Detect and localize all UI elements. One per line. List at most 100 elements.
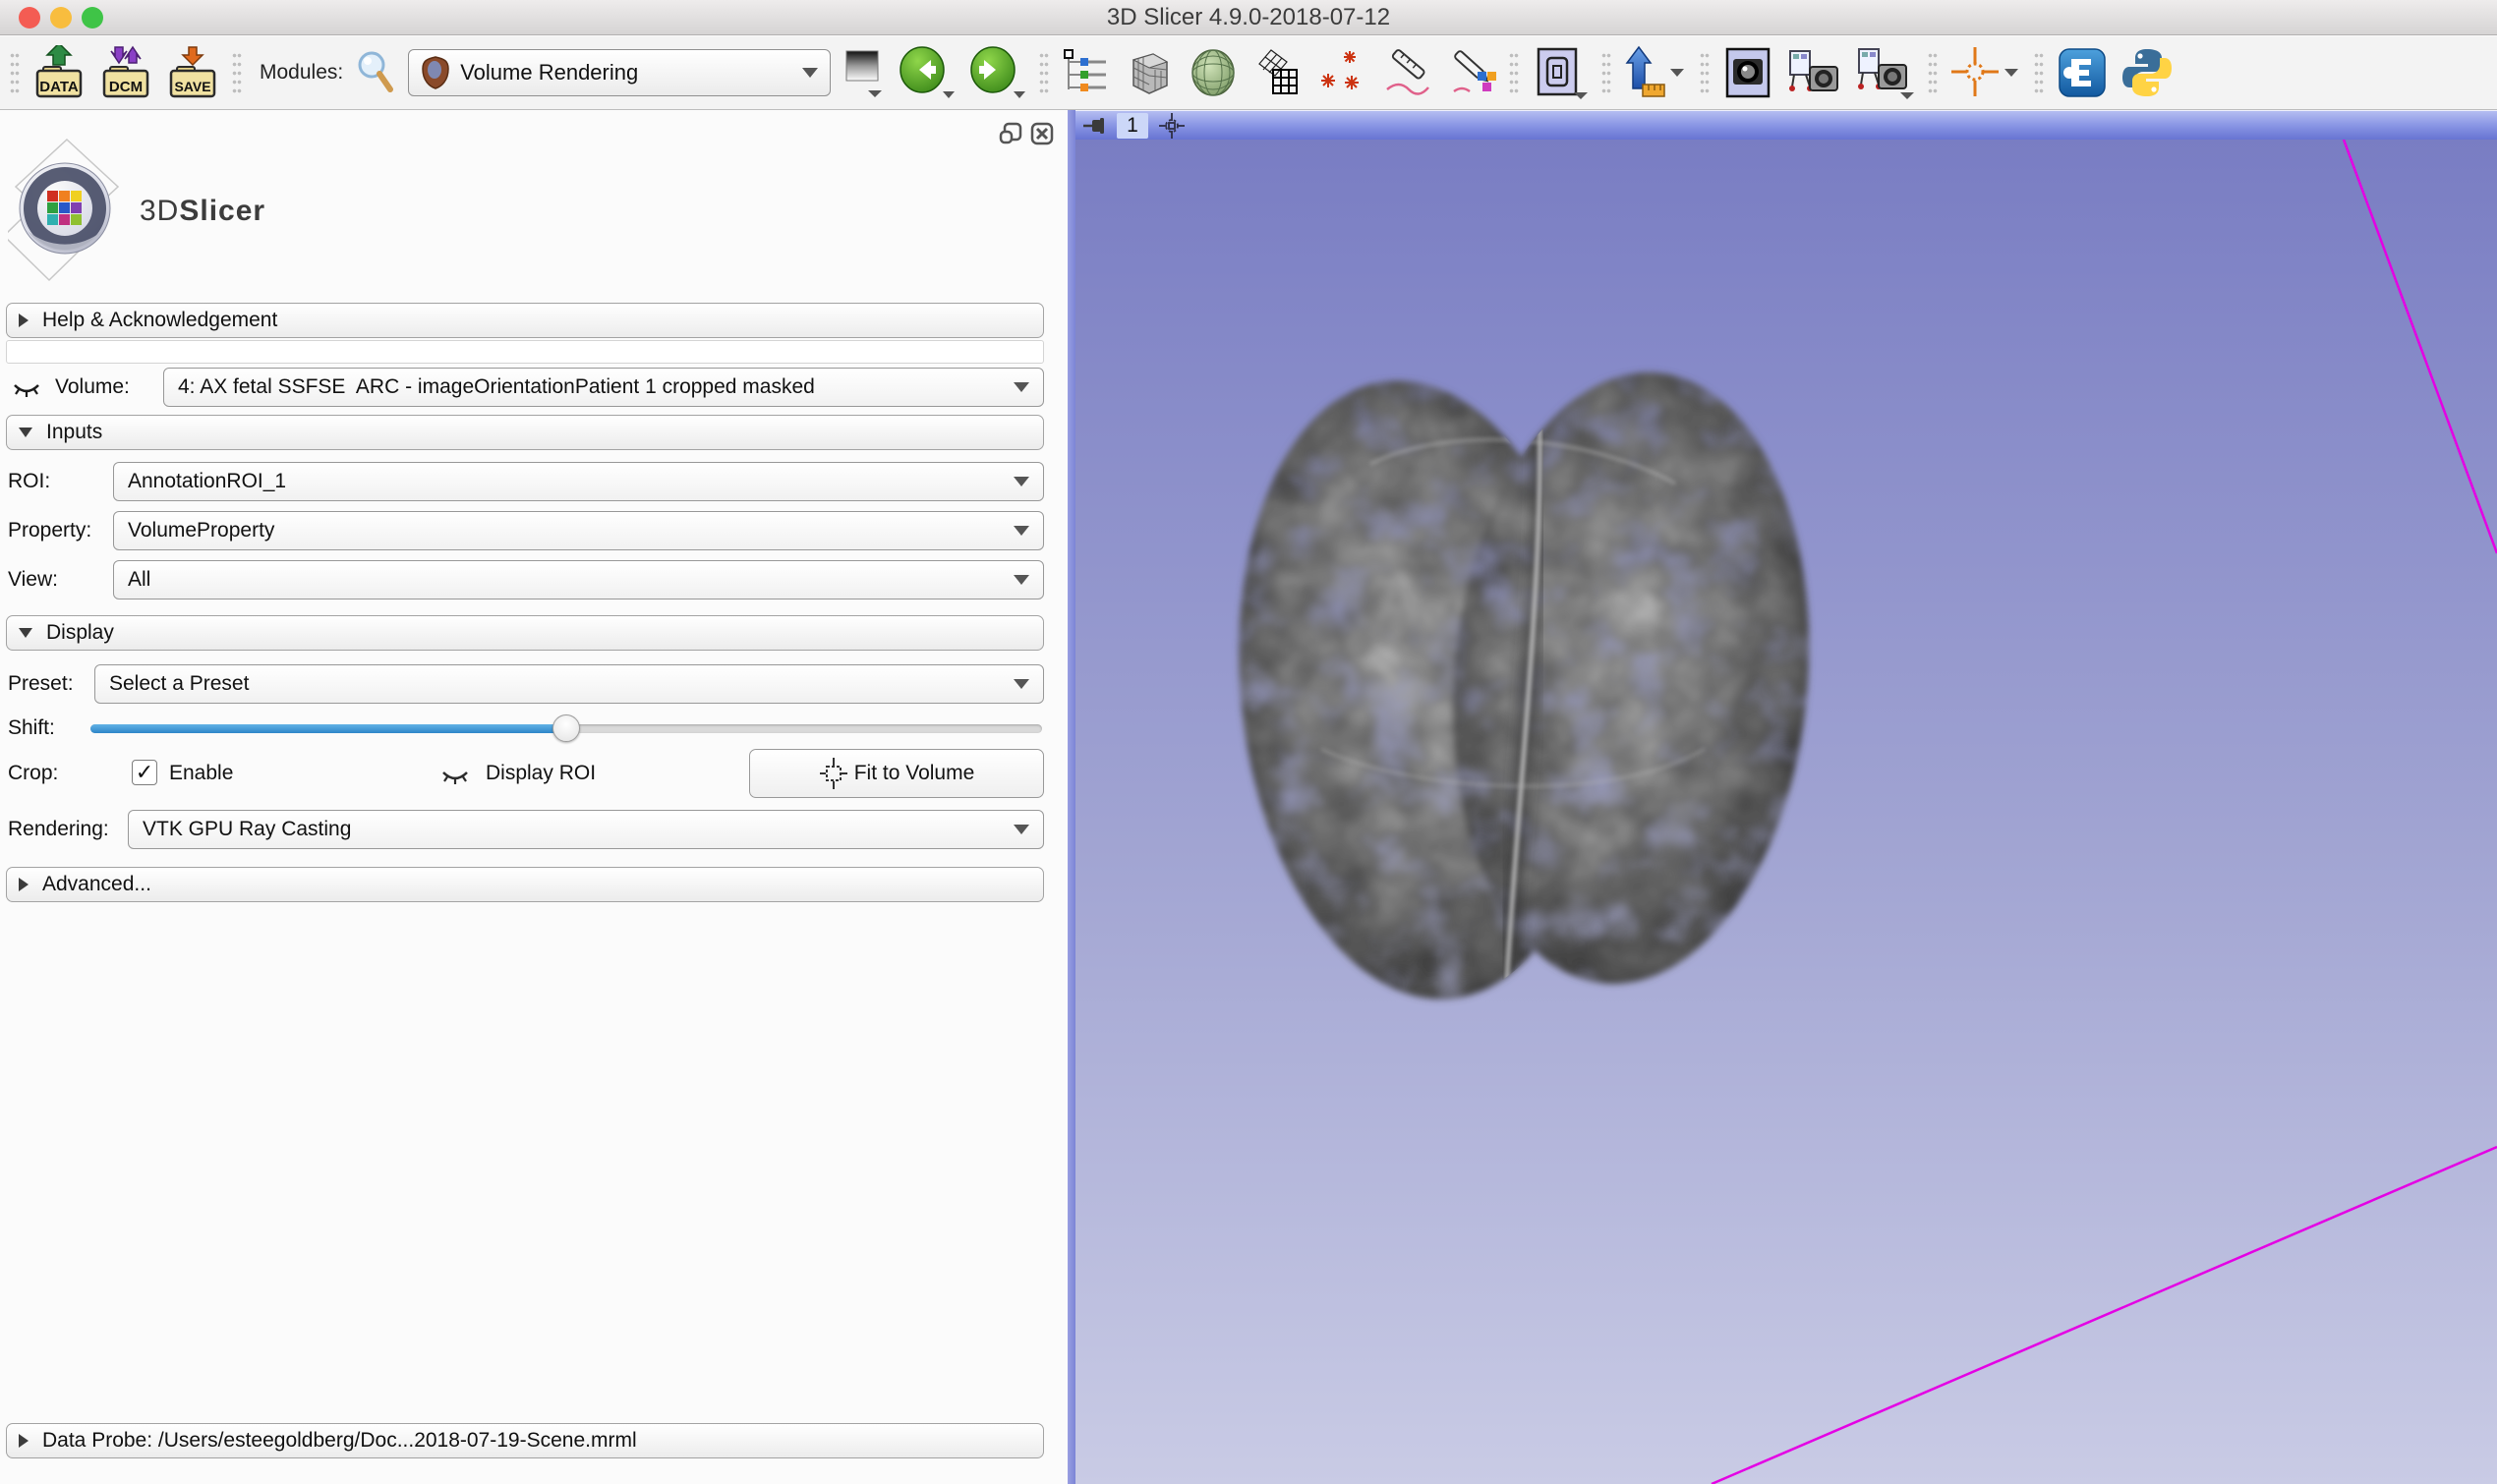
markups-button[interactable] <box>1316 47 1367 98</box>
toolbar-drag-handle[interactable] <box>1700 51 1710 94</box>
volume-render-canvas <box>1075 140 2497 1484</box>
view-label: View: <box>8 568 58 592</box>
pin-icon[interactable] <box>1081 114 1107 138</box>
save-scene-button[interactable]: SAVE <box>165 45 220 100</box>
save-scene-icon: SAVE <box>165 45 220 100</box>
view-name-tab[interactable]: 1 <box>1117 113 1148 139</box>
roi-selector-value: AnnotationROI_1 <box>128 470 1014 493</box>
scene-view-menu-button[interactable] <box>1855 45 1916 100</box>
rendering-label: Rendering: <box>8 818 109 841</box>
brain-volume-rendering <box>1209 357 1834 1017</box>
load-dicom-button[interactable]: DCM <box>98 45 153 100</box>
crop-enable-checkbox[interactable]: ✓ <box>132 760 157 785</box>
threed-view: 1 <box>1075 110 2497 1484</box>
toolbar-drag-handle[interactable] <box>1509 51 1519 94</box>
shift-row: Shift: <box>0 712 1068 745</box>
module-description-field <box>6 340 1044 364</box>
expanded-arrow-icon <box>19 428 32 437</box>
units-button[interactable] <box>1623 45 1688 100</box>
shift-slider[interactable] <box>90 724 1042 733</box>
toolbar-drag-handle[interactable] <box>2034 51 2044 94</box>
load-data-button[interactable]: DATA <box>31 45 87 100</box>
preset-row: Preset: Select a Preset <box>0 664 1068 704</box>
chevron-down-icon <box>1014 575 1029 585</box>
toolbar-drag-handle[interactable] <box>232 51 242 94</box>
undock-icon <box>999 122 1022 145</box>
inputs-section-header[interactable]: Inputs <box>6 415 1044 450</box>
display-section-header[interactable]: Display <box>6 615 1044 651</box>
volume-rendering-button[interactable] <box>1187 46 1240 99</box>
close-icon <box>1030 122 1054 145</box>
undock-panel-button[interactable] <box>999 122 1022 145</box>
back-button[interactable] <box>898 46 957 99</box>
volume-row: Volume: 4: AX fetal SSFSE ARC - imageOri… <box>0 368 1068 407</box>
collapsed-arrow-icon <box>19 1434 29 1448</box>
view-selector[interactable]: All <box>113 560 1044 599</box>
chevron-down-icon <box>1014 382 1029 392</box>
advanced-section-label: Advanced... <box>42 873 151 896</box>
extensions-manager-button[interactable] <box>2056 45 2109 100</box>
help-section-label: Help & Acknowledgement <box>42 309 277 332</box>
roi-selector[interactable]: AnnotationROI_1 <box>113 462 1044 501</box>
annotation-pen-icon <box>1444 46 1497 99</box>
threed-viewport[interactable] <box>1075 140 2497 1484</box>
close-panel-button[interactable] <box>1030 122 1054 145</box>
visibility-eye-icon[interactable] <box>12 373 41 401</box>
property-selector-value: VolumeProperty <box>128 519 1014 542</box>
annotations-button[interactable] <box>1444 46 1497 99</box>
toolbar-drag-handle[interactable] <box>1928 51 1938 94</box>
shift-label: Shift: <box>8 716 55 740</box>
data-module-button[interactable] <box>1122 46 1175 99</box>
toolbar-drag-handle[interactable] <box>1039 51 1049 94</box>
toolbar-drag-handle[interactable] <box>1601 51 1611 94</box>
display-section-label: Display <box>46 621 114 645</box>
screenshot-button[interactable] <box>1531 45 1590 100</box>
volume-selector-value: 4: AX fetal SSFSE ARC - imageOrientation… <box>178 375 1014 399</box>
volume-selector[interactable]: 4: AX fetal SSFSE ARC - imageOrientation… <box>163 368 1044 407</box>
advanced-section-header[interactable]: Advanced... <box>6 867 1044 902</box>
load-data-icon: DATA <box>31 45 87 100</box>
load-dicom-icon: DCM <box>98 45 153 100</box>
transforms-button[interactable] <box>1251 46 1305 99</box>
roi-label: ROI: <box>8 470 50 493</box>
capture-view-button[interactable] <box>1721 45 1774 100</box>
chevron-down-icon <box>1014 477 1029 486</box>
rendering-selector[interactable]: VTK GPU Ray Casting <box>128 810 1044 849</box>
module-hierarchy-button[interactable] <box>1061 48 1110 97</box>
view-selector-value: All <box>128 568 1014 592</box>
shift-slider-handle[interactable] <box>552 714 580 742</box>
panel-splitter[interactable] <box>1068 110 1075 1484</box>
scene-view-camera-icon <box>1786 45 1843 100</box>
chevron-down-icon <box>1014 679 1029 689</box>
measure-button[interactable] <box>1379 46 1432 99</box>
preset-selector[interactable]: Select a Preset <box>94 664 1044 704</box>
module-search-button[interactable] <box>355 50 396 95</box>
history-icon <box>842 47 886 98</box>
fit-to-volume-button[interactable]: Fit to Volume <box>749 749 1044 798</box>
shift-slider-fill <box>90 724 566 733</box>
rendering-selector-value: VTK GPU Ray Casting <box>143 818 1014 841</box>
crosshair-icon <box>1949 45 2022 100</box>
scene-view-button[interactable] <box>1786 45 1843 100</box>
view-crosshair-icon[interactable] <box>1158 112 1186 140</box>
display-roi-eye-icon[interactable] <box>440 761 470 788</box>
module-selector-value: Volume Rendering <box>460 60 792 86</box>
units-arrow-ruler-icon <box>1623 45 1688 100</box>
forward-button[interactable] <box>968 46 1027 99</box>
data-probe-label: Data Probe: /Users/esteegoldberg/Doc...2… <box>42 1429 637 1453</box>
screen-capture-icon <box>1531 45 1590 100</box>
search-icon <box>355 50 396 95</box>
help-acknowledgement-section[interactable]: Help & Acknowledgement <box>6 303 1044 338</box>
python-console-button[interactable] <box>2120 45 2174 100</box>
collapsed-arrow-icon <box>19 878 29 891</box>
property-selector[interactable]: VolumeProperty <box>113 511 1044 550</box>
data-probe-bar[interactable]: Data Probe: /Users/esteegoldberg/Doc...2… <box>6 1423 1044 1458</box>
modules-history-button[interactable] <box>842 47 886 98</box>
main-toolbar: DATA DCM SAVE Modules: <box>0 36 2497 110</box>
module-selector[interactable]: Volume Rendering <box>408 49 831 96</box>
hierarchy-tree-icon <box>1061 48 1110 97</box>
roi-row: ROI: AnnotationROI_1 <box>0 462 1068 501</box>
crosshair-button[interactable] <box>1949 45 2022 100</box>
toolbar-drag-handle[interactable] <box>10 51 20 94</box>
slicer-logo: 3DSlicer <box>8 138 265 285</box>
